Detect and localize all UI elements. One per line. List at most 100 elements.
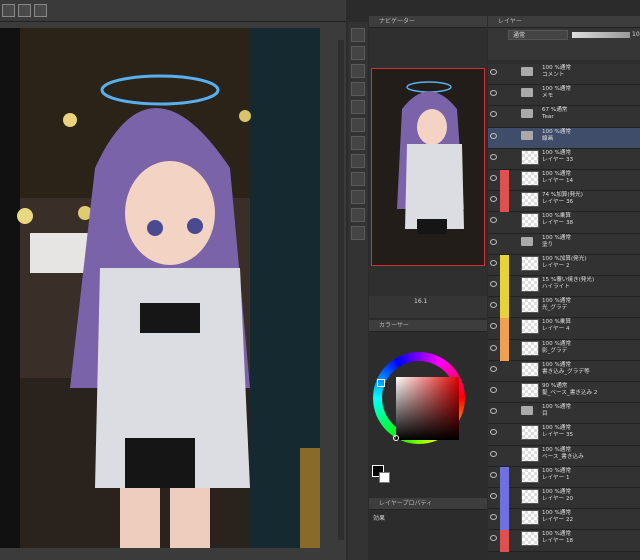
folder-icon bbox=[521, 236, 533, 246]
sub-color-swatch[interactable] bbox=[379, 472, 390, 483]
layer-row[interactable]: 100 %乗算 レイヤー 4 bbox=[488, 318, 640, 340]
layer-name: レイヤー 4 bbox=[542, 326, 570, 333]
layer-row[interactable]: 100 %通常 光_グラデ bbox=[488, 297, 640, 319]
eye-icon[interactable] bbox=[490, 90, 497, 97]
layer-row[interactable]: 100 %通常 レイヤー 20 bbox=[488, 488, 640, 510]
layer-row[interactable]: 100 %通常 レイヤー 14 bbox=[488, 170, 640, 192]
layer-color-tag bbox=[500, 212, 509, 233]
layer-mode: 100 %乗算 bbox=[542, 213, 571, 220]
layer-row[interactable]: 100 %乗算 レイヤー 38 bbox=[488, 212, 640, 234]
sv-marker[interactable] bbox=[393, 435, 399, 441]
layer-thumbnail bbox=[521, 531, 539, 547]
panel-icon-6[interactable] bbox=[351, 136, 365, 150]
side-tool-strip bbox=[348, 22, 368, 560]
effect-label: 効果 bbox=[373, 515, 386, 522]
layer-color-tag bbox=[500, 191, 509, 213]
eye-icon[interactable] bbox=[490, 429, 497, 436]
layer-row[interactable]: 100 %加算(発光) レイヤー 2 bbox=[488, 254, 640, 276]
eye-icon[interactable] bbox=[490, 69, 497, 75]
layer-label: 100 %通常 レイヤー 35 bbox=[542, 425, 573, 439]
layer-name: レイヤー 22 bbox=[542, 517, 574, 524]
eye-icon[interactable] bbox=[490, 514, 497, 521]
layer-toolbar: 通常 10 bbox=[488, 28, 640, 60]
navigator-preview[interactable] bbox=[371, 68, 485, 266]
layer-row[interactable]: 100 %通常 レイヤー 1 bbox=[488, 466, 640, 488]
layer-row[interactable]: 100 %通常 レイヤー 18 bbox=[488, 530, 640, 552]
eye-icon[interactable] bbox=[490, 196, 497, 203]
eye-icon[interactable] bbox=[490, 365, 497, 372]
blend-mode-select[interactable]: 通常 bbox=[508, 30, 568, 40]
layer-color-tag bbox=[500, 254, 509, 276]
eye-icon[interactable] bbox=[490, 217, 497, 224]
eye-icon[interactable] bbox=[490, 535, 497, 542]
saturation-value-square[interactable] bbox=[396, 377, 459, 440]
layer-label: 74 %加算(発光) レイヤー 36 bbox=[542, 192, 583, 206]
eye-icon[interactable] bbox=[490, 450, 497, 457]
folder-icon bbox=[521, 88, 533, 98]
layer-color-tag bbox=[500, 85, 509, 106]
layer-row[interactable]: 100 %通常 塗り bbox=[488, 233, 640, 255]
eye-icon[interactable] bbox=[490, 387, 497, 393]
layer-row[interactable]: 100 %通常 線画 bbox=[488, 127, 640, 149]
eye-icon[interactable] bbox=[490, 471, 497, 478]
eye-icon[interactable] bbox=[490, 132, 497, 139]
search-icon[interactable] bbox=[351, 28, 365, 42]
navigator-title: ナビゲーター bbox=[369, 16, 487, 28]
zoom-value: 16.1 bbox=[414, 298, 428, 305]
tool-icon-1[interactable] bbox=[2, 4, 15, 17]
layer-thumbnail bbox=[521, 340, 539, 356]
eye-icon[interactable] bbox=[490, 259, 497, 266]
panel-icon-5[interactable] bbox=[351, 118, 365, 132]
panel-icon-9[interactable] bbox=[351, 190, 365, 204]
layer-row[interactable]: 100 %通常 レイヤー 33 bbox=[488, 148, 640, 170]
eye-icon[interactable] bbox=[490, 408, 497, 415]
layer-row[interactable]: 100 %通常 メモ bbox=[488, 85, 640, 107]
layer-name: ハイライト bbox=[542, 284, 570, 290]
panel-icon-2[interactable] bbox=[351, 64, 365, 78]
layer-row[interactable]: 100 %通常 レイヤー 35 bbox=[488, 424, 640, 446]
layer-row[interactable]: 100 %通常目 bbox=[488, 403, 640, 425]
layer-panel-title: レイヤー bbox=[488, 16, 640, 28]
layer-mode: 100 %通常 bbox=[542, 149, 571, 156]
eye-icon[interactable] bbox=[490, 493, 497, 499]
panel-icon-3[interactable] bbox=[351, 82, 365, 96]
layer-row[interactable]: 100 %通常 ベース_書き込み bbox=[488, 445, 640, 467]
eye-icon[interactable] bbox=[490, 153, 497, 160]
eye-icon[interactable] bbox=[490, 281, 497, 287]
panel-icon-11[interactable] bbox=[351, 226, 365, 240]
layer-row[interactable]: 67 %通常 Tear bbox=[488, 106, 640, 128]
canvas-scrollbar[interactable] bbox=[338, 40, 344, 540]
tool-icon-3[interactable] bbox=[34, 4, 47, 17]
panel-icon-10[interactable] bbox=[351, 208, 365, 222]
layer-color-tag bbox=[500, 339, 509, 361]
navigator-preview-art bbox=[372, 69, 484, 265]
layer-row[interactable]: 100 %通常 コメント bbox=[488, 64, 640, 86]
tool-icon-2[interactable] bbox=[18, 4, 31, 17]
illustration-canvas[interactable] bbox=[0, 28, 320, 548]
layer-name: ベース_書き込み bbox=[542, 453, 584, 460]
layer-label: 100 %通常 線画 bbox=[542, 129, 571, 143]
layer-row[interactable]: 100 %通常 影_グラデ bbox=[488, 339, 640, 361]
layer-mode: 100 %通常 bbox=[542, 467, 571, 474]
eye-icon[interactable] bbox=[490, 323, 497, 330]
layer-row[interactable]: 15 %覆い焼き(発光) ハイライト bbox=[488, 276, 640, 298]
eye-icon[interactable] bbox=[490, 238, 497, 245]
layer-row[interactable]: 100 %通常 書き込み_グラデ等 bbox=[488, 360, 640, 382]
eye-icon[interactable] bbox=[490, 302, 497, 309]
layer-row[interactable]: 74 %加算(発光) レイヤー 36 bbox=[488, 191, 640, 213]
eye-icon[interactable] bbox=[490, 344, 497, 351]
layer-row[interactable]: 100 %通常 レイヤー 22 bbox=[488, 509, 640, 531]
layer-name: コメント bbox=[542, 72, 565, 78]
layer-mode: 90 %通常 bbox=[542, 383, 568, 389]
panel-icon-1[interactable] bbox=[351, 46, 365, 60]
layer-row[interactable]: 90 %通常 髪_ベース_書き込み 2 bbox=[488, 382, 640, 404]
navigator-controls[interactable]: 16.1 bbox=[369, 296, 487, 318]
panel-icon-7[interactable] bbox=[351, 154, 365, 168]
opacity-slider[interactable] bbox=[572, 32, 630, 38]
eye-icon[interactable] bbox=[490, 111, 497, 118]
layer-label: 100 %通常 塗り bbox=[542, 235, 571, 249]
panel-icon-4[interactable] bbox=[351, 100, 365, 114]
panel-icon-8[interactable] bbox=[351, 172, 365, 186]
eye-icon[interactable] bbox=[490, 175, 497, 181]
hue-marker[interactable] bbox=[377, 379, 385, 387]
